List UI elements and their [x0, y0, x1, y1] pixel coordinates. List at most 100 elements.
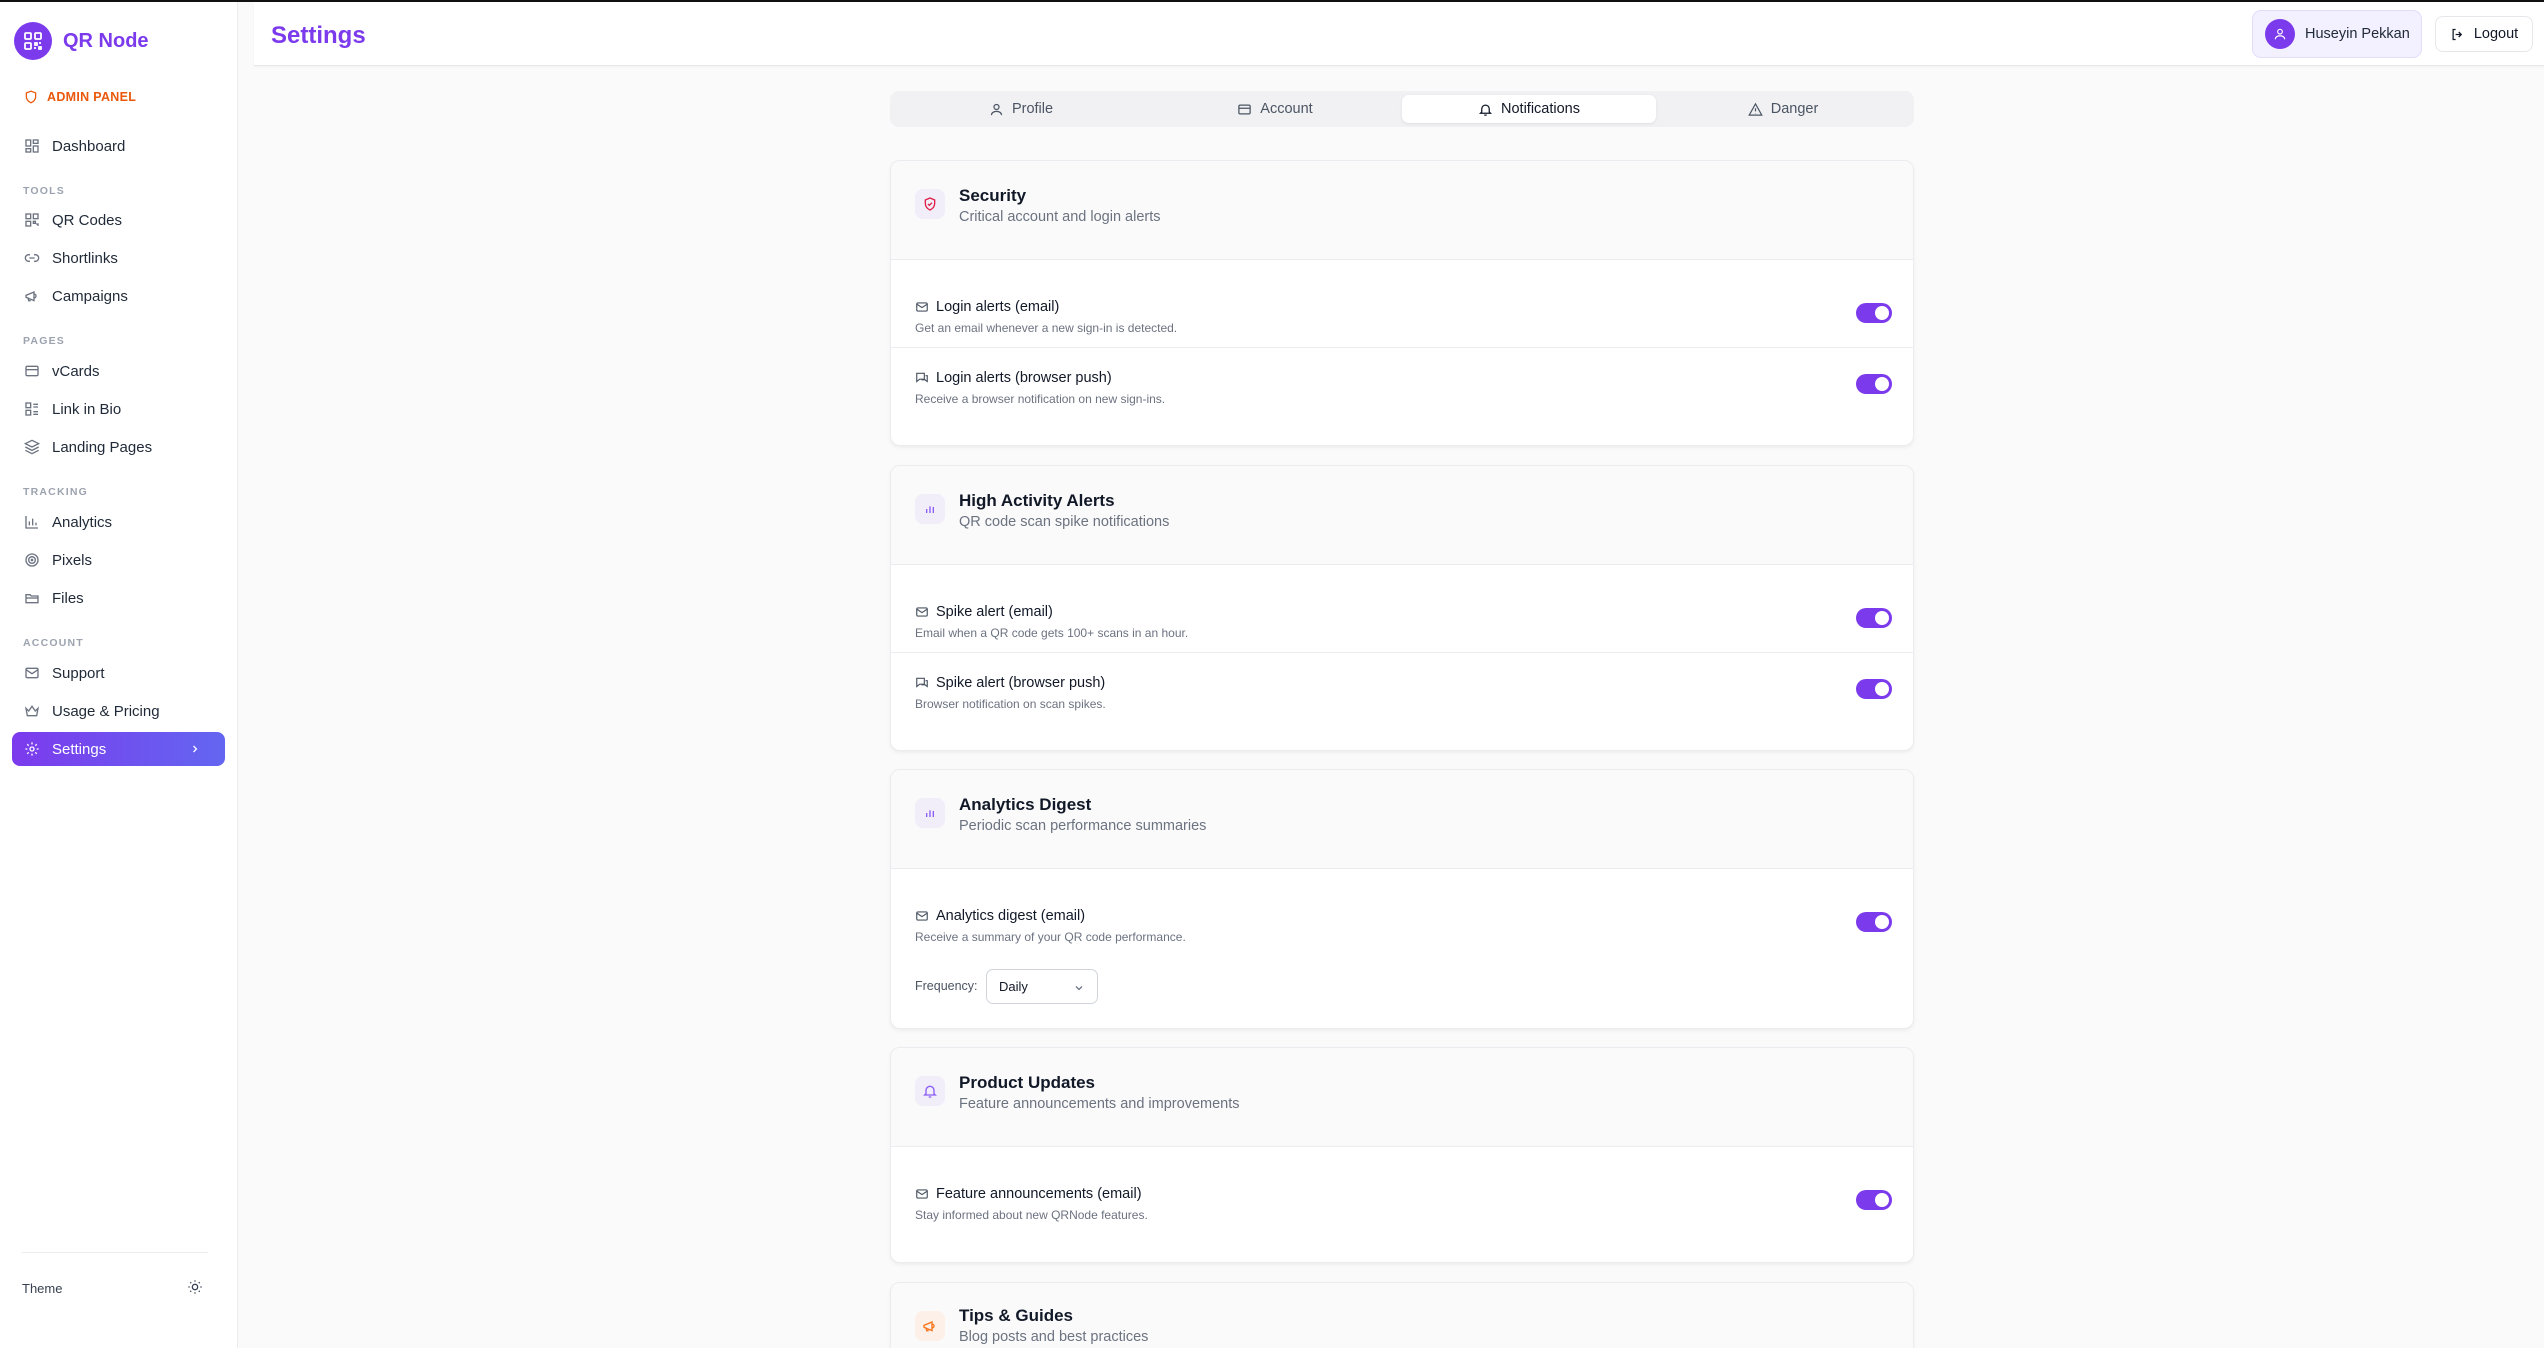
folder-icon [25, 594, 39, 604]
card-icon [25, 365, 39, 377]
sidebar-item-label: Files [52, 589, 84, 607]
card-header: Security Critical account and login aler… [891, 161, 1913, 260]
gear-icon [25, 742, 39, 756]
row-title: Spike alert (browser push) [915, 675, 1105, 691]
frequency-select[interactable]: Daily [986, 969, 1098, 1004]
qr-logo-icon [14, 22, 52, 60]
tab-account[interactable]: Account [1148, 95, 1402, 123]
logout-icon [2452, 28, 2462, 40]
card-subtitle: Periodic scan performance summaries [959, 818, 1207, 834]
row-title: Login alerts (email) [915, 299, 1059, 315]
row-title-text: Login alerts (email) [936, 299, 1060, 315]
sidebar-item-landing-pages[interactable]: Landing Pages [12, 430, 225, 464]
card-header: Analytics Digest Periodic scan performan… [891, 770, 1913, 869]
layers-icon [24, 439, 40, 455]
sidebar-item-label: Pixels [52, 551, 93, 569]
tab-notifications[interactable]: Notifications [1402, 95, 1656, 123]
sidebar-item-support[interactable]: Support [12, 656, 225, 690]
sidebar-item-analytics[interactable]: Analytics [12, 505, 225, 539]
product-updates-card: Product Updates Feature announcements an… [890, 1047, 1914, 1263]
bar-chart-icon [915, 798, 945, 828]
chevron-right-icon [193, 745, 198, 753]
card-icon [1238, 104, 1252, 114]
shield-icon [915, 189, 945, 219]
warning-icon [1747, 102, 1763, 116]
bell-icon [915, 1076, 945, 1106]
tab-label: Profile [1011, 101, 1054, 117]
mail-icon [916, 607, 928, 617]
sidebar-item-label: Dashboard [52, 137, 126, 155]
sidebar-item-qr-codes[interactable]: QR Codes [12, 203, 225, 237]
sidebar: QR Node ADMIN PANEL Dashboard TOOLS QR C… [0, 2, 238, 1348]
theme-label: Theme [22, 1281, 63, 1296]
section-label-account: ACCOUNT [23, 637, 84, 649]
sidebar-item-campaigns[interactable]: Campaigns [12, 279, 225, 313]
mail-icon [25, 667, 39, 679]
sidebar-item-link-in-bio[interactable]: Link in Bio [12, 392, 225, 426]
sidebar-item-settings[interactable]: Settings [12, 732, 225, 766]
tab-label: Account [1260, 101, 1313, 117]
frequency-label: Frequency: [915, 979, 978, 993]
login-alerts-email-toggle[interactable] [1856, 303, 1892, 323]
sidebar-item-label: Analytics [52, 513, 113, 531]
sidebar-item-label: Usage & Pricing [52, 702, 160, 720]
row-title-text: Spike alert (browser push) [936, 675, 1106, 691]
sidebar-item-dashboard[interactable]: Dashboard [12, 129, 225, 163]
sidebar-item-label: Campaigns [52, 287, 128, 305]
tab-danger[interactable]: Danger [1656, 95, 1910, 123]
admin-panel-link[interactable]: ADMIN PANEL [24, 90, 136, 104]
feature-announcements-toggle[interactable] [1856, 1190, 1892, 1210]
sidebar-item-vcards[interactable]: vCards [12, 354, 225, 388]
user-name: Huseyin Pekkan [2305, 26, 2410, 42]
logout-button[interactable]: Logout [2435, 16, 2533, 52]
setting-row: Login alerts (browser push) Receive a br… [891, 347, 1913, 417]
login-alerts-push-toggle[interactable] [1856, 374, 1892, 394]
settings-tabs: Profile Account Notifications Danger [890, 91, 1914, 127]
sidebar-item-files[interactable]: Files [12, 581, 225, 615]
card-subtitle: Blog posts and best practices [959, 1329, 1149, 1345]
page-title: Settings [271, 22, 366, 49]
row-title-text: Login alerts (browser push) [936, 370, 1112, 386]
chat-icon [916, 372, 928, 383]
chat-icon [916, 677, 928, 688]
mail-icon [916, 911, 928, 921]
bar-chart-icon [915, 494, 945, 524]
user-menu[interactable]: Huseyin Pekkan [2252, 10, 2422, 58]
section-label-tracking: TRACKING [23, 486, 89, 498]
card-title: Product Updates [959, 1073, 1096, 1092]
row-title: Analytics digest (email) [915, 908, 1085, 924]
dashboard-icon [25, 139, 39, 153]
tips-guides-card: Tips & Guides Blog posts and best practi… [890, 1282, 1914, 1348]
card-title: Tips & Guides [959, 1306, 1073, 1325]
setting-row: Spike alert (browser push) Browser notif… [891, 652, 1913, 722]
megaphone-icon [915, 1311, 945, 1341]
sidebar-item-label: Shortlinks [52, 249, 118, 267]
sidebar-item-pixels[interactable]: Pixels [12, 543, 225, 577]
sidebar-item-label: QR Codes [52, 211, 123, 229]
sidebar-item-shortlinks[interactable]: Shortlinks [12, 241, 225, 275]
tab-label: Notifications [1501, 101, 1580, 117]
card-subtitle: Critical account and login alerts [959, 209, 1161, 225]
row-title: Feature announcements (email) [915, 1186, 1142, 1202]
row-title: Spike alert (email) [915, 604, 1053, 620]
spike-alert-email-toggle[interactable] [1856, 608, 1892, 628]
chevron-down-icon [1075, 986, 1083, 991]
sidebar-item-usage-pricing[interactable]: Usage & Pricing [12, 694, 225, 728]
tab-label: Danger [1770, 101, 1819, 117]
admin-panel-label: ADMIN PANEL [47, 90, 137, 104]
security-card: Security Critical account and login aler… [890, 160, 1914, 446]
card-header: Tips & Guides Blog posts and best practi… [891, 1283, 1913, 1348]
user-icon [990, 103, 1003, 115]
card-subtitle: QR code scan spike notifications [959, 514, 1170, 530]
row-description: Browser notification on scan spikes. [915, 697, 1106, 711]
target-icon [25, 553, 39, 567]
tab-profile[interactable]: Profile [894, 95, 1148, 123]
row-description: Receive a summary of your QR code perfor… [915, 930, 1186, 944]
card-title: Analytics Digest [959, 795, 1092, 814]
theme-toggle-button[interactable] [180, 1272, 210, 1302]
brand[interactable]: QR Node [14, 22, 149, 60]
analytics-digest-toggle[interactable] [1856, 912, 1892, 932]
brand-name: QR Node [63, 29, 149, 52]
spike-alert-push-toggle[interactable] [1856, 679, 1892, 699]
divider [22, 1252, 208, 1253]
